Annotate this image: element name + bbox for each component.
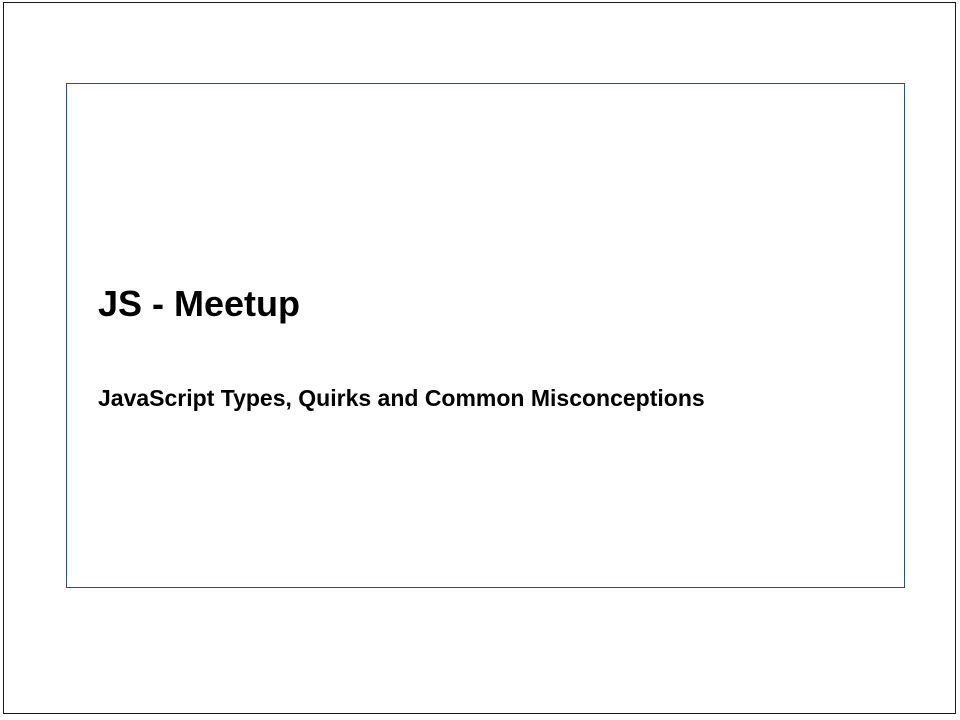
slide-subtitle: JavaScript Types, Quirks and Common Misc… [98,385,705,411]
slide-frame: JS - Meetup JavaScript Types, Quirks and… [3,2,956,714]
slide-title: JS - Meetup [98,283,301,324]
title-panel: JS - Meetup JavaScript Types, Quirks and… [66,83,905,588]
